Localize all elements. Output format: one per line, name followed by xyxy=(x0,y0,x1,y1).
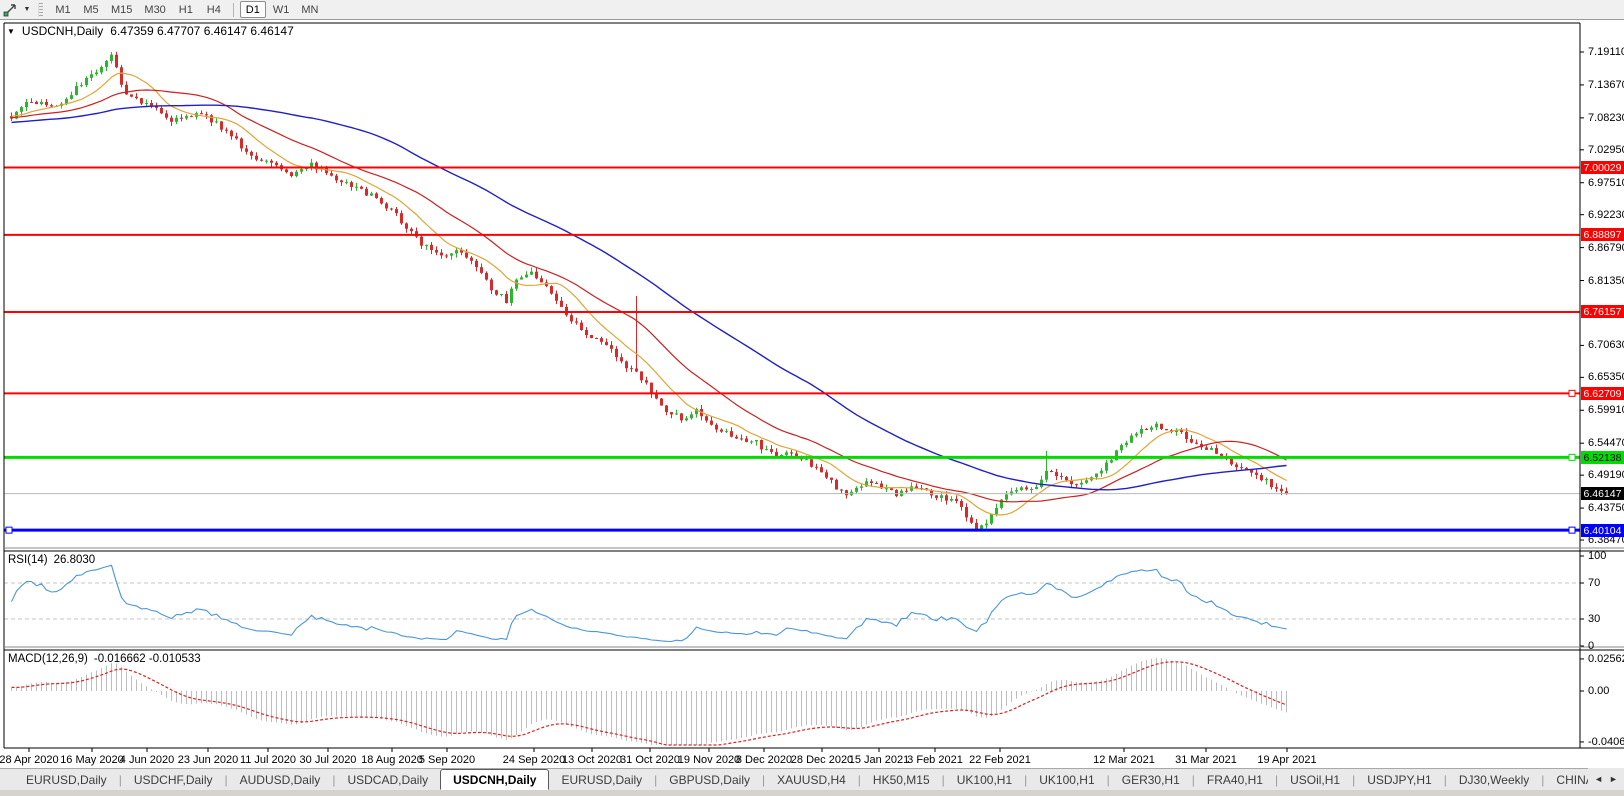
chart-tab-fra40-h1[interactable]: FRA40,H1 xyxy=(1195,769,1275,790)
price-tick-label: 7.08230 xyxy=(1588,112,1624,124)
rsi-tick-label: 30 xyxy=(1588,613,1601,625)
timeframe-button-w1[interactable]: W1 xyxy=(268,1,295,18)
date-tick-label: 19 Apr 2021 xyxy=(1257,754,1317,766)
chart-tab-usdjpy-h1[interactable]: USDJPY,H1 xyxy=(1355,769,1443,790)
macd-tick-label: 0.025623 xyxy=(1588,653,1624,665)
timeframe-button-m15[interactable]: M15 xyxy=(106,1,137,18)
toolbar-divider xyxy=(232,2,234,17)
chart-tab-eurusd-daily[interactable]: EURUSD,Daily xyxy=(14,769,119,790)
date-tick-label: 22 Feb 2021 xyxy=(969,754,1031,766)
price-tick-label: 6.65350 xyxy=(1588,371,1624,383)
price-tick-label: 7.13670 xyxy=(1588,79,1624,91)
chart-tab-hk50-m15[interactable]: HK50,M15 xyxy=(861,769,942,790)
price-tick-label: 6.92230 xyxy=(1588,209,1624,221)
chart-tab-usoil-h1[interactable]: USOil,H1 xyxy=(1278,769,1352,790)
drawing-tool-icon[interactable] xyxy=(0,2,20,18)
macd-tick-label: -0.040687 xyxy=(1588,736,1624,748)
chart-tab-xauusd-h4[interactable]: XAUUSD,H4 xyxy=(765,769,858,790)
tab-scroll-right-icon[interactable]: ► xyxy=(1609,774,1618,784)
tab-scroll-left-icon[interactable]: ◄ xyxy=(1594,774,1603,784)
chart-tab-uk100-h1[interactable]: UK100,H1 xyxy=(1027,769,1106,790)
chart-tab-audusd-daily[interactable]: AUDUSD,Daily xyxy=(228,769,333,790)
timeframe-button-m1[interactable]: M1 xyxy=(50,1,76,18)
price-tick-label: 7.02950 xyxy=(1588,144,1624,156)
price-tick-label: 7.19110 xyxy=(1588,46,1624,58)
price-tick-label: 6.81350 xyxy=(1588,275,1624,287)
tab-scroll-arrows: ◄ ► xyxy=(1588,768,1624,790)
chart-tab-uk100-h1[interactable]: UK100,H1 xyxy=(945,769,1024,790)
macd-values: -0.016662 -0.010533 xyxy=(93,653,201,665)
rsi-label: RSI(14) 26.8030 xyxy=(8,554,95,566)
chart-tab-usdchf-daily[interactable]: USDCHF,Daily xyxy=(122,769,225,790)
price-line-label-6.88897: 6.88897 xyxy=(1581,228,1624,241)
rsi-name: RSI(14) xyxy=(8,554,48,566)
price-tick-label: 6.54470 xyxy=(1588,437,1624,449)
timeframe-button-m30[interactable]: M30 xyxy=(139,1,170,18)
price-tick-label: 6.97510 xyxy=(1588,177,1624,189)
chart-tab-ger30-h1[interactable]: GER30,H1 xyxy=(1110,769,1192,790)
price-line-label-6.76157: 6.76157 xyxy=(1581,305,1624,318)
macd-label: MACD(12,26,9) -0.016662 -0.010533 xyxy=(8,653,201,665)
price-tick-label: 6.43750 xyxy=(1588,502,1624,514)
price-tick-label: 6.59910 xyxy=(1588,404,1624,416)
price-line-label-6.46147: 6.46147 xyxy=(1581,487,1624,500)
chart-tab-usdcad-daily[interactable]: USDCAD,Daily xyxy=(335,769,440,790)
dropdown-caret-icon[interactable]: ▼ xyxy=(20,6,34,13)
chart-tab-usdcnh-daily[interactable]: USDCNH,Daily xyxy=(440,769,550,790)
rsi-tick-label: 70 xyxy=(1588,577,1601,589)
timeframe-button-h4[interactable]: H4 xyxy=(201,1,227,18)
timeframe-button-d1[interactable]: D1 xyxy=(239,1,266,18)
date-tick-label: 12 Mar 2021 xyxy=(1093,754,1155,766)
collapse-arrow-icon[interactable]: ▼ xyxy=(7,27,15,36)
line-handle[interactable] xyxy=(1568,526,1576,534)
price-line-label-7.00029: 7.00029 xyxy=(1581,161,1624,174)
chart-symbol-label: USDCNH,Daily xyxy=(21,24,104,38)
macd-tick-label: 0.00 xyxy=(1588,685,1610,697)
line-handle[interactable] xyxy=(1568,453,1576,461)
mt4-window: ▼ M1 M5 M15 M30 H1 H4 D1 W1 MN ▼ USDCNH,Daily 6.… xyxy=(0,0,1624,796)
rsi-tick-label: 0 xyxy=(1588,640,1595,652)
rsi-value: 26.8030 xyxy=(53,554,96,566)
toolbar-grip[interactable] xyxy=(38,2,43,17)
price-tick-label: 6.70630 xyxy=(1588,339,1624,351)
price-line-label-6.40104: 6.40104 xyxy=(1581,524,1624,537)
line-handle[interactable] xyxy=(1568,389,1576,397)
chart-canvas[interactable] xyxy=(0,20,1624,796)
chart-tab-dj30-weekly[interactable]: DJ30,Weekly xyxy=(1447,769,1541,790)
chart-toolbar: ▼ M1 M5 M15 M30 H1 H4 D1 W1 MN xyxy=(0,0,1624,20)
chart-tab-gbpusd-daily[interactable]: GBPUSD,Daily xyxy=(657,769,762,790)
chart-title: ▼ USDCNH,Daily 6.47359 6.47707 6.46147 6… xyxy=(7,24,294,38)
chart-tab-eurusd-daily[interactable]: EURUSD,Daily xyxy=(549,769,654,790)
timeframe-button-mn[interactable]: MN xyxy=(296,1,323,18)
timeframe-button-h1[interactable]: H1 xyxy=(173,1,199,18)
rsi-tick-label: 100 xyxy=(1588,550,1607,562)
price-tick-label: 6.49190 xyxy=(1588,469,1624,481)
date-tick-label: 5 Sep 2020 xyxy=(418,754,476,766)
price-line-label-6.62709: 6.62709 xyxy=(1581,387,1624,400)
date-tick-label: 31 Mar 2021 xyxy=(1175,754,1237,766)
timeframe-button-m5[interactable]: M5 xyxy=(78,1,104,18)
chart-window[interactable]: ▼ USDCNH,Daily 6.47359 6.47707 6.46147 6… xyxy=(0,20,1624,796)
status-strip xyxy=(0,790,1624,796)
chart-tabs-bar: EURUSD,Daily | USDCHF,Daily | AUDUSD,Daily | U… xyxy=(0,768,1624,790)
timeframe-buttons: M1 M5 M15 M30 H1 H4 D1 W1 MN xyxy=(49,1,324,18)
price-tick-label: 6.86790 xyxy=(1588,242,1624,254)
price-line-label-6.52138: 6.52138 xyxy=(1581,451,1624,464)
chart-ohlc-values: 6.47359 6.47707 6.46147 6.46147 xyxy=(110,24,294,38)
macd-name: MACD(12,26,9) xyxy=(8,653,88,665)
line-handle[interactable] xyxy=(5,526,13,534)
